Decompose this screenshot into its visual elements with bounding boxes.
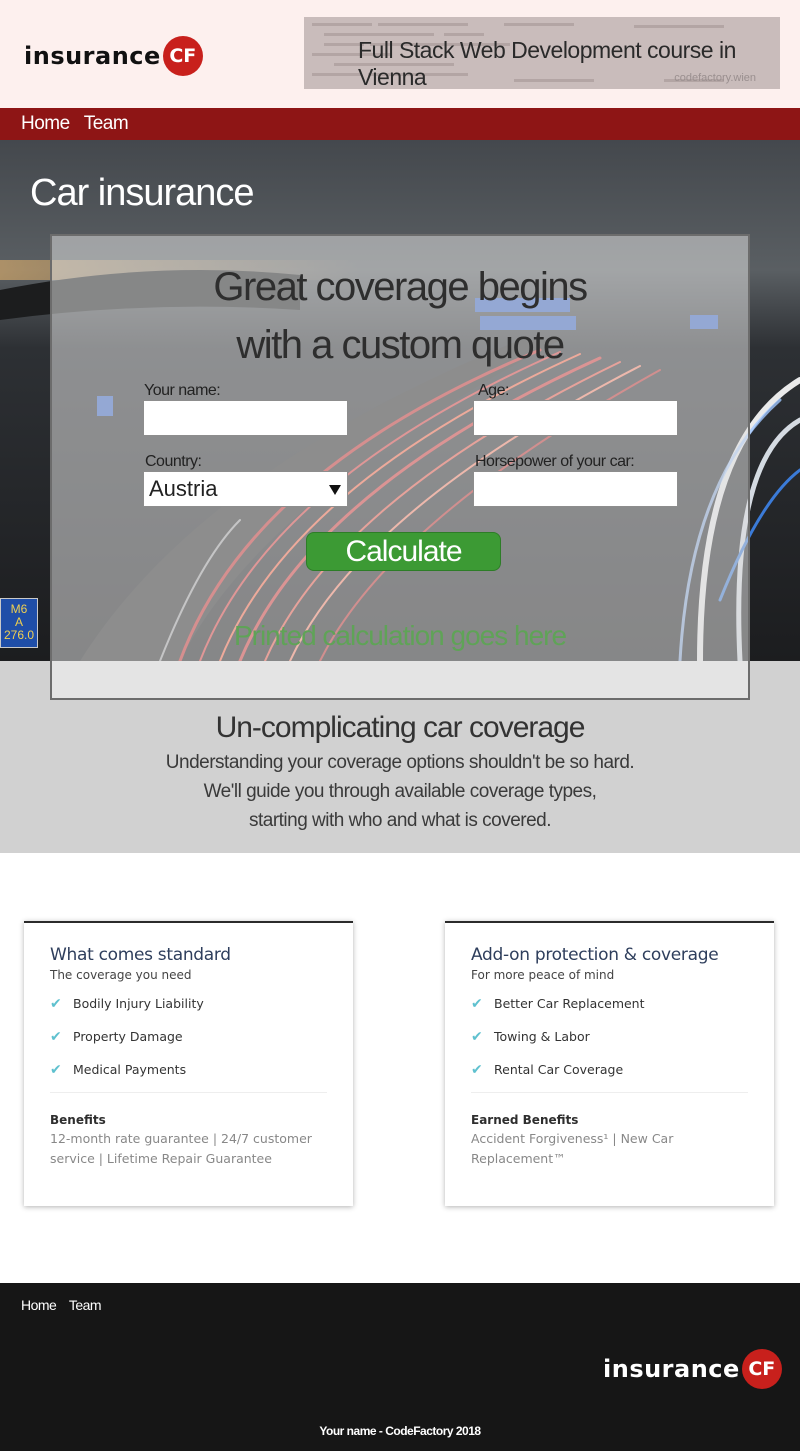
calculate-button[interactable]: Calculate — [306, 532, 501, 571]
benefits-text: 12-month rate guarantee | 24/7 customer … — [50, 1131, 312, 1166]
coverage-card-standard: What comes standard The coverage you nee… — [24, 921, 353, 1206]
section-heading: Un-complicating car coverage — [215, 711, 586, 744]
card-title: What comes standard — [50, 945, 231, 965]
check-icon: ✔ — [50, 996, 62, 1012]
country-select-value: Austria — [149, 476, 218, 501]
name-input[interactable] — [143, 400, 348, 436]
list-item-label: Better Car Replacement — [494, 996, 645, 1011]
country-select[interactable]: Austria — [143, 471, 348, 507]
site-logo[interactable]: insurance CF — [24, 36, 203, 76]
list-item-label: Towing & Labor — [494, 1029, 590, 1044]
card-subtitle: The coverage you need — [50, 968, 192, 982]
section-text-line: We'll guide you through available covera… — [203, 781, 597, 802]
benefits-title: Earned Benefits — [471, 1113, 579, 1127]
coverage-list: ✔ Bodily Injury Liability ✔ Property Damag… — [50, 996, 327, 1095]
ad-banner[interactable]: Full Stack Web Development course in Vie… — [304, 17, 780, 89]
list-item-label: Property Damage — [73, 1029, 183, 1044]
country-label: Country: — [145, 453, 202, 470]
main-nav: Home Team — [0, 108, 800, 140]
list-item: ✔ Bodily Injury Liability — [50, 996, 327, 1029]
list-item: ✔ Better Car Replacement — [471, 996, 748, 1029]
site-header: insurance CF Full Stack Web Development … — [0, 0, 800, 108]
list-item: ✔ Rental Car Coverage — [471, 1062, 748, 1095]
check-icon: ✔ — [471, 1062, 483, 1078]
copyright: Your name - CodeFactory 2018 — [319, 1424, 481, 1438]
section-text-line: Understanding your coverage options shou… — [165, 752, 635, 773]
age-input[interactable] — [473, 400, 678, 436]
list-item-label: Rental Car Coverage — [494, 1062, 624, 1077]
horsepower-input[interactable] — [473, 471, 678, 507]
coverage-card-addon: Add-on protection & coverage For more pe… — [445, 921, 774, 1206]
name-label: Your name: — [144, 382, 221, 399]
road-sign: M6 A 276.0 — [0, 598, 38, 648]
coverage-list: ✔ Better Car Replacement ✔ Towing & Labor … — [471, 996, 748, 1095]
benefits-text: Accident Forgiveness¹ | New Car Replacem… — [471, 1131, 674, 1166]
banner-url: codefactory.wien — [674, 72, 756, 84]
list-item: ✔ Medical Payments — [50, 1062, 327, 1095]
logo-text: insurance — [24, 42, 161, 70]
site-footer: Home Team insurance CF Your name - CodeF… — [0, 1283, 800, 1451]
quote-form: Great coverage begins with a custom quot… — [50, 234, 750, 700]
quote-title-line: with a custom quote — [236, 323, 565, 367]
list-item-label: Medical Payments — [73, 1062, 187, 1077]
check-icon: ✔ — [471, 1029, 483, 1045]
nav-home-link[interactable]: Home — [21, 113, 70, 135]
footer-team-link[interactable]: Team — [69, 1297, 102, 1313]
page-title: Car insurance — [30, 172, 255, 214]
section-text-line: starting with who and what is covered. — [248, 810, 552, 831]
age-label: Age: — [478, 382, 509, 399]
card-subtitle: For more peace of mind — [471, 968, 615, 982]
divider — [50, 1092, 327, 1093]
divider — [471, 1092, 748, 1093]
uncomplicating-section: Un-complicating car coverage Understandi… — [0, 708, 800, 835]
card-title: Add-on protection & coverage — [471, 945, 719, 965]
benefits-title: Benefits — [50, 1113, 106, 1127]
list-item: ✔ Property Damage — [50, 1029, 327, 1062]
logo-text: insurance — [603, 1355, 740, 1383]
logo-badge: CF — [741, 1349, 782, 1389]
footer-nav: Home Team — [21, 1297, 109, 1315]
check-icon: ✔ — [471, 996, 483, 1012]
footer-logo[interactable]: insurance CF — [603, 1349, 782, 1389]
list-item: ✔ Towing & Labor — [471, 1029, 748, 1062]
horsepower-label: Horsepower of your car: — [475, 453, 635, 470]
quote-form-footer — [52, 661, 748, 698]
nav-team-link[interactable]: Team — [84, 113, 129, 135]
quote-title: Great coverage begins with a custom quot… — [52, 258, 748, 374]
quote-title-line: Great coverage begins — [213, 265, 588, 309]
list-item-label: Bodily Injury Liability — [73, 996, 204, 1011]
check-icon: ✔ — [50, 1062, 62, 1078]
logo-badge: CF — [162, 36, 203, 76]
chevron-down-icon — [329, 485, 341, 495]
check-icon: ✔ — [50, 1029, 62, 1045]
calculation-result: Printed calculation goes here — [233, 620, 567, 651]
road-sign-line: 276.0 — [3, 628, 35, 642]
footer-home-link[interactable]: Home — [21, 1297, 57, 1313]
